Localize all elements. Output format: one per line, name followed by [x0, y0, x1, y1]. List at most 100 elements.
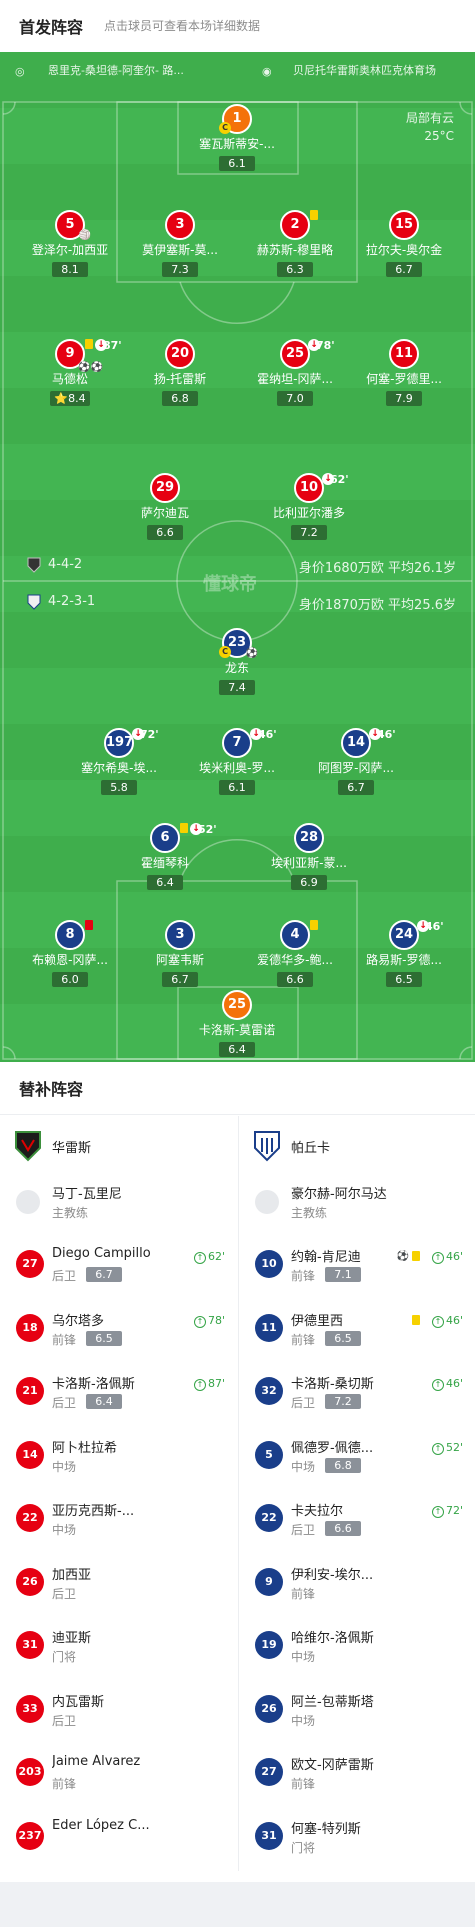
temperature: 25°C	[424, 129, 454, 143]
home-stadium-icon: ◎	[15, 65, 25, 78]
home-player-10[interactable]: 10 ↓ 62' 比利亚尔潘多 7.2	[249, 473, 369, 540]
home-player-15[interactable]: 15 拉尔夫-奥尔金 6.7	[344, 210, 464, 277]
home-team-value: 身价1680万欧 平均26.1岁	[298, 561, 456, 576]
away-coach[interactable]: 豪尔赫-阿尔马达 主教练	[239, 1172, 475, 1236]
yellow-card-icon	[412, 1314, 420, 1325]
away-team-value: 身价1870万欧 平均25.6岁	[298, 598, 456, 613]
bench-player[interactable]: 21 卡洛斯-洛佩斯 后卫 6.4 ↑ 87'	[0, 1363, 237, 1427]
home-team-logo-icon	[15, 1131, 41, 1162]
away-player-14[interactable]: 14 ↓ 46' 阿图罗-冈萨... 6.7	[296, 728, 416, 795]
away-player-24[interactable]: 24 ↓ 46' 路易斯-罗德... 6.5	[344, 920, 464, 987]
home-bench: 华雷斯 马丁-瓦里尼 主教练 27 Diego Campillo 后卫 6.7 ↑ 62'…	[0, 1116, 237, 1871]
sub-on-icon: ↑	[431, 1379, 444, 1391]
bench-player[interactable]: 26 阿兰-包蒂斯塔 中场	[239, 1681, 475, 1745]
coach-avatar	[255, 1190, 279, 1214]
bench-player[interactable]: 32 卡洛斯-桑切斯 后卫 7.2 ↑ 46'	[239, 1363, 475, 1427]
pitch: ◎ 恩里克-桑坦德-阿奎尔- 路... ◉ 贝尼托华雷斯奥林匹克体育场 局部有云…	[0, 52, 475, 1062]
bench-player[interactable]: 10 约翰-肯尼迪 前锋 7.1 ⚽ ↑ 46'	[239, 1236, 475, 1300]
lineup-header: 首发阵容 点击球员可查看本场详细数据	[0, 0, 475, 52]
away-player-6[interactable]: 6 ↓ 52' 霍缅琴科 6.4	[105, 823, 225, 890]
home-formation: 4-4-2	[48, 557, 83, 572]
bench-player[interactable]: 31 迪亚斯 门将	[0, 1617, 237, 1681]
home-player-2[interactable]: 2 赫苏斯-穆里略 6.3	[235, 210, 355, 277]
home-coach[interactable]: 马丁-瓦里尼 主教练	[0, 1172, 237, 1236]
lineup-title: 首发阵容	[19, 18, 84, 37]
bench-player[interactable]: 9 伊利安-埃尔... 前锋	[239, 1554, 475, 1618]
sub-minute: 87'	[103, 339, 122, 352]
away-bench: 帕丘卡 豪尔赫-阿尔马达 主教练 10 约翰-肯尼迪 前锋 7.1 ⚽ ↑ 46' 11 伊德…	[238, 1116, 475, 1871]
away-player-gk[interactable]: 25 卡洛斯-莫雷诺 6.4	[177, 990, 297, 1057]
sub-minute: 62'	[330, 473, 349, 486]
volleyball-icon: 🏐	[78, 230, 91, 241]
away-player-28[interactable]: 28 埃利亚斯-蒙... 6.9	[249, 823, 369, 890]
home-team-logo-icon	[27, 557, 41, 573]
sub-on-icon: ↑	[431, 1506, 444, 1518]
lineup-subtitle: 点击球员可查看本场详细数据	[104, 19, 261, 33]
sub-minute: 52'	[198, 823, 217, 836]
sub-on-icon: ↑	[431, 1315, 444, 1328]
bench-player[interactable]: 26 加西亚 后卫	[0, 1554, 237, 1618]
sub-on-icon: ↑	[193, 1252, 206, 1264]
goal-ball-icon: ⚽⚽	[78, 362, 103, 373]
yellow-card-icon	[180, 823, 188, 833]
home-player-9[interactable]: 9 ↓ 87' ⚽⚽ 马德松 ⭐8.4	[10, 339, 130, 406]
home-formation-row: 4-4-2 身价1680万欧 平均26.1岁	[0, 555, 475, 576]
bench-player[interactable]: 22 亚历克西斯-... 中场	[0, 1490, 237, 1554]
home-player-3[interactable]: 3 莫伊塞斯-莫... 7.3	[120, 210, 240, 277]
weather-text: 局部有云	[405, 111, 454, 125]
bench-title: 替补阵容	[19, 1080, 84, 1099]
bench-player[interactable]: 5 佩德罗-佩德... 中场 6.8 ↑ 52'	[239, 1427, 475, 1491]
home-player-5[interactable]: 5 🏐 登泽尔-加西亚 8.1	[10, 210, 130, 277]
away-player-4[interactable]: 4 爱德华多-鲍... 6.6	[235, 920, 355, 987]
home-player-25[interactable]: 25 ↓ 78' 霍纳坦-冈萨... 7.0	[235, 339, 355, 406]
away-player-8[interactable]: 8 布赖恩-冈萨... 6.0	[10, 920, 130, 987]
bench-player[interactable]: 18 乌尔塔多 前锋 6.5 ↑ 78'	[0, 1300, 237, 1364]
weather: 局部有云 25°C	[406, 109, 454, 145]
goal-ball-icon: ⚽	[245, 648, 258, 659]
sub-minute: 72'	[140, 728, 159, 741]
bench-section: 替补阵容 华雷斯 马丁-瓦里尼 主教练 27 Diego Campillo 后卫 6.…	[0, 1062, 475, 1882]
away-player-197[interactable]: 197 ↓ 72' 塞尔希奥-埃... 5.8	[59, 728, 179, 795]
sub-minute: 46'	[425, 920, 444, 933]
bench-player[interactable]: 27 Diego Campillo 后卫 6.7 ↑ 62'	[0, 1236, 237, 1300]
sub-on-icon: ↑	[431, 1252, 444, 1264]
captain-icon: C	[219, 646, 231, 658]
away-player-7[interactable]: 7 ↓ 46' 埃米利奥-罗... 6.1	[177, 728, 297, 795]
bench-player[interactable]: 11 伊德里西 前锋 6.5 ↑ 46'	[239, 1300, 475, 1364]
home-venue: 恩里克-桑坦德-阿奎尔- 路...	[48, 64, 184, 77]
away-player-3[interactable]: 3 阿塞韦斯 6.7	[120, 920, 240, 987]
star-icon: ⭐	[54, 392, 69, 405]
sub-on-icon: ↑	[193, 1315, 206, 1328]
sub-minute: 78'	[316, 339, 335, 352]
home-player-11[interactable]: 11 何塞-罗德里... 7.9	[344, 339, 464, 406]
away-bench-team[interactable]: 帕丘卡	[239, 1116, 475, 1172]
away-formation: 4-2-3-1	[48, 594, 96, 609]
away-team-logo-icon	[254, 1131, 280, 1162]
bench-player[interactable]: 14 阿卜杜拉希 中场	[0, 1427, 237, 1491]
away-stadium-icon: ◉	[262, 65, 272, 78]
yellow-card-icon	[412, 1251, 420, 1261]
home-bench-team[interactable]: 华雷斯	[0, 1116, 237, 1172]
home-player-29[interactable]: 29 萨尔迪瓦 6.6	[105, 473, 225, 540]
sub-minute: 46'	[258, 728, 277, 741]
sub-on-icon: ↑	[431, 1442, 444, 1455]
away-venue: 贝尼托华雷斯奥林匹克体育场	[293, 64, 436, 77]
bench-player[interactable]: 22 卡夫拉尔 后卫 6.6 ↑ 72'	[239, 1490, 475, 1554]
yellow-card-icon	[85, 339, 93, 349]
home-player-gk[interactable]: 1C 塞瓦斯蒂安-... 6.1	[177, 104, 297, 171]
sub-on-icon: ↑	[193, 1379, 206, 1391]
away-team-logo-icon	[27, 594, 41, 610]
bench-player[interactable]: 33 内瓦雷斯 后卫	[0, 1681, 237, 1745]
coach-avatar	[16, 1190, 40, 1214]
bench-player[interactable]: 203 Jaime Álvarez 前锋	[0, 1744, 237, 1808]
bench-player[interactable]: 19 哈维尔-洛佩斯 中场	[239, 1617, 475, 1681]
bench-player[interactable]: 31 何塞-特列斯 门将	[239, 1808, 475, 1872]
away-formation-row: 4-2-3-1 身价1870万欧 平均25.6岁	[0, 592, 475, 613]
yellow-card-icon	[310, 210, 318, 220]
home-player-20[interactable]: 20 扬-托雷斯 6.8	[120, 339, 240, 406]
bench-player[interactable]: 27 欧文-冈萨雷斯 前锋	[239, 1744, 475, 1808]
away-player-23[interactable]: 23 C ⚽ 龙东 7.4	[177, 628, 297, 695]
bench-player[interactable]: 237 Eder López C...	[0, 1808, 237, 1872]
goal-ball-icon: ⚽	[396, 1251, 409, 1262]
red-card-icon	[85, 920, 93, 930]
